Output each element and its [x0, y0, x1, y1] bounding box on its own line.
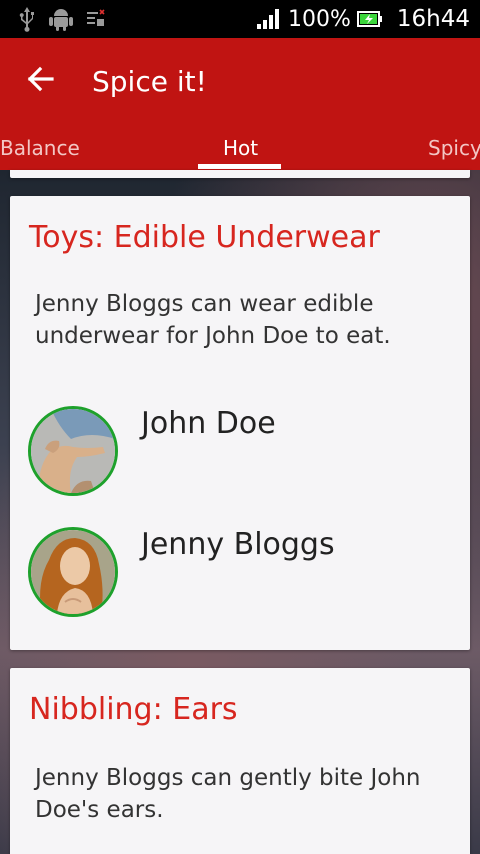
arrow-left-icon — [26, 65, 54, 98]
app-toolbar: Spice it! — [0, 38, 480, 124]
tab-balance[interactable]: Balance — [0, 136, 80, 160]
avatar — [28, 406, 118, 496]
previous-card-edge — [10, 170, 470, 178]
signal-icon — [256, 8, 282, 30]
tab-spicy[interactable]: Spicy — [428, 136, 480, 160]
battery-percent: 100% — [287, 6, 351, 32]
tab-hot[interactable]: Hot — [223, 136, 258, 160]
avatar-creation-of-adam-icon — [31, 409, 115, 493]
android-icon — [48, 6, 74, 32]
app-title: Spice it! — [92, 64, 207, 98]
back-button[interactable] — [0, 38, 80, 124]
card-description: Jenny Bloggs can gently bite John Doe's … — [35, 765, 421, 823]
clock: 16h44 — [396, 6, 470, 32]
tab-indicator — [198, 164, 281, 169]
avatar-birth-of-venus-icon — [31, 530, 115, 614]
card-description: Jenny Bloggs can wear edible underwear f… — [35, 291, 391, 349]
usb-icon — [18, 6, 36, 32]
activity-card[interactable]: Nibbling: Ears Jenny Bloggs can gently b… — [10, 668, 470, 854]
avatar — [28, 527, 118, 617]
card-title: Toys: Edible Underwear — [29, 220, 380, 255]
person-row[interactable]: Jenny Bloggs — [28, 527, 448, 619]
activity-card[interactable]: Toys: Edible Underwear Jenny Bloggs can … — [10, 196, 470, 650]
status-bar: 100% 16h44 — [0, 0, 480, 38]
card-title: Nibbling: Ears — [29, 692, 238, 727]
notification-icon — [86, 9, 106, 29]
battery-charging-icon — [356, 9, 383, 29]
person-name: John Doe — [141, 406, 276, 441]
person-name: Jenny Bloggs — [141, 527, 335, 562]
person-row[interactable]: John Doe — [28, 406, 448, 498]
